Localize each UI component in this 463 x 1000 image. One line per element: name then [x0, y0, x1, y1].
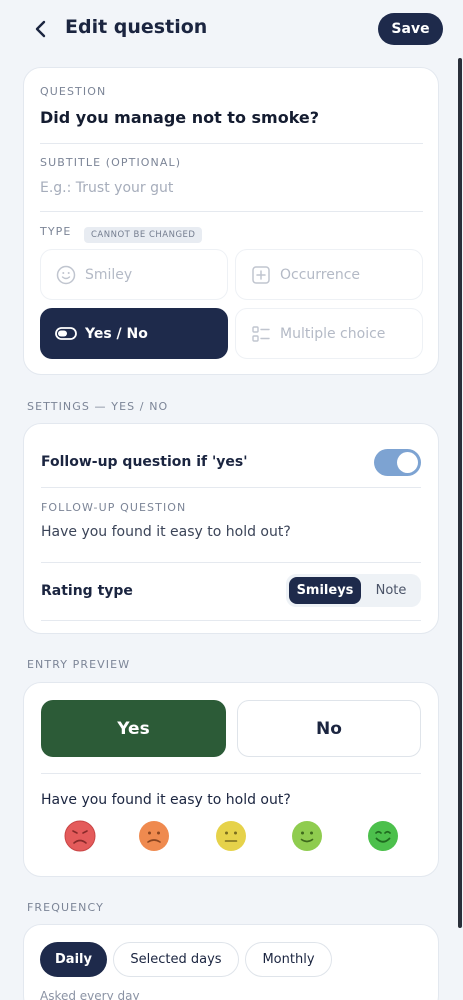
smiley-icon [55, 264, 77, 286]
type-option-yes-no[interactable]: Yes / No [40, 308, 228, 359]
divider [41, 487, 421, 488]
frequency-option-monthly[interactable]: Monthly [245, 942, 332, 977]
rating-type-label: Rating type [41, 583, 133, 599]
subtitle-input[interactable]: E.g.: Trust your gut [40, 180, 173, 196]
rating-option-smileys[interactable]: Smileys [289, 577, 361, 604]
divider [40, 143, 423, 144]
type-option-multiple-choice[interactable]: Multiple choice [235, 308, 423, 359]
type-option-smiley[interactable]: Smiley [40, 249, 228, 300]
question-input[interactable]: Did you manage not to smoke? [40, 108, 319, 127]
top-bar: Edit question Save [0, 0, 463, 58]
type-label: TYPE [40, 225, 72, 238]
type-option-label: Multiple choice [280, 325, 386, 342]
cannot-change-badge: CANNOT BE CHANGED [84, 227, 203, 243]
list-icon [250, 323, 272, 345]
back-arrow-icon[interactable] [28, 16, 52, 42]
preview-yes-button[interactable]: Yes [41, 700, 226, 757]
question-card: QUESTION Did you manage not to smoke? SU… [23, 67, 439, 375]
face-happy-icon[interactable] [291, 820, 323, 852]
followup-question-label: FOLLOW-UP QUESTION [41, 501, 187, 514]
divider [41, 562, 421, 563]
divider [41, 773, 421, 774]
followup-toggle-label: Follow-up question if 'yes' [41, 454, 248, 470]
type-option-label: Yes / No [85, 325, 148, 342]
toggle-knob [397, 452, 418, 473]
followup-toggle[interactable] [374, 449, 421, 476]
subtitle-label: SUBTITLE (OPTIONAL) [40, 156, 182, 169]
frequency-option-daily[interactable]: Daily [40, 942, 107, 977]
rating-option-note[interactable]: Note [364, 577, 418, 604]
divider [40, 211, 423, 212]
plus-square-icon [250, 264, 272, 286]
scrollbar[interactable] [458, 58, 462, 928]
toggle-icon [55, 323, 77, 345]
preview-section-label: ENTRY PREVIEW [27, 658, 131, 671]
settings-section-label: SETTINGS — YES / NO [27, 400, 169, 413]
rating-type-segmented: Smileys Note [286, 574, 421, 607]
question-label: QUESTION [40, 85, 107, 98]
frequency-option-selected-days[interactable]: Selected days [113, 942, 239, 977]
type-option-label: Smiley [85, 266, 133, 283]
frequency-section-label: FREQUENCY [27, 901, 104, 914]
page-title: Edit question [65, 16, 208, 38]
divider [41, 620, 421, 621]
face-very-happy-icon[interactable] [367, 820, 399, 852]
preview-card: Yes No Have you found it easy to hold ou… [23, 682, 439, 877]
frequency-card: Daily Selected days Monthly Asked every … [23, 924, 439, 1000]
type-option-occurrence[interactable]: Occurrence [235, 249, 423, 300]
save-button[interactable]: Save [378, 13, 443, 45]
face-very-sad-icon[interactable] [64, 820, 96, 852]
preview-followup-text: Have you found it easy to hold out? [41, 792, 291, 808]
face-neutral-icon[interactable] [215, 820, 247, 852]
settings-card: Follow-up question if 'yes' FOLLOW-UP QU… [23, 423, 439, 634]
preview-no-button[interactable]: No [237, 700, 421, 757]
followup-question-input[interactable]: Have you found it easy to hold out? [41, 524, 291, 540]
type-option-label: Occurrence [280, 266, 361, 283]
face-sad-icon[interactable] [138, 820, 170, 852]
frequency-note: Asked every day [40, 989, 140, 1000]
